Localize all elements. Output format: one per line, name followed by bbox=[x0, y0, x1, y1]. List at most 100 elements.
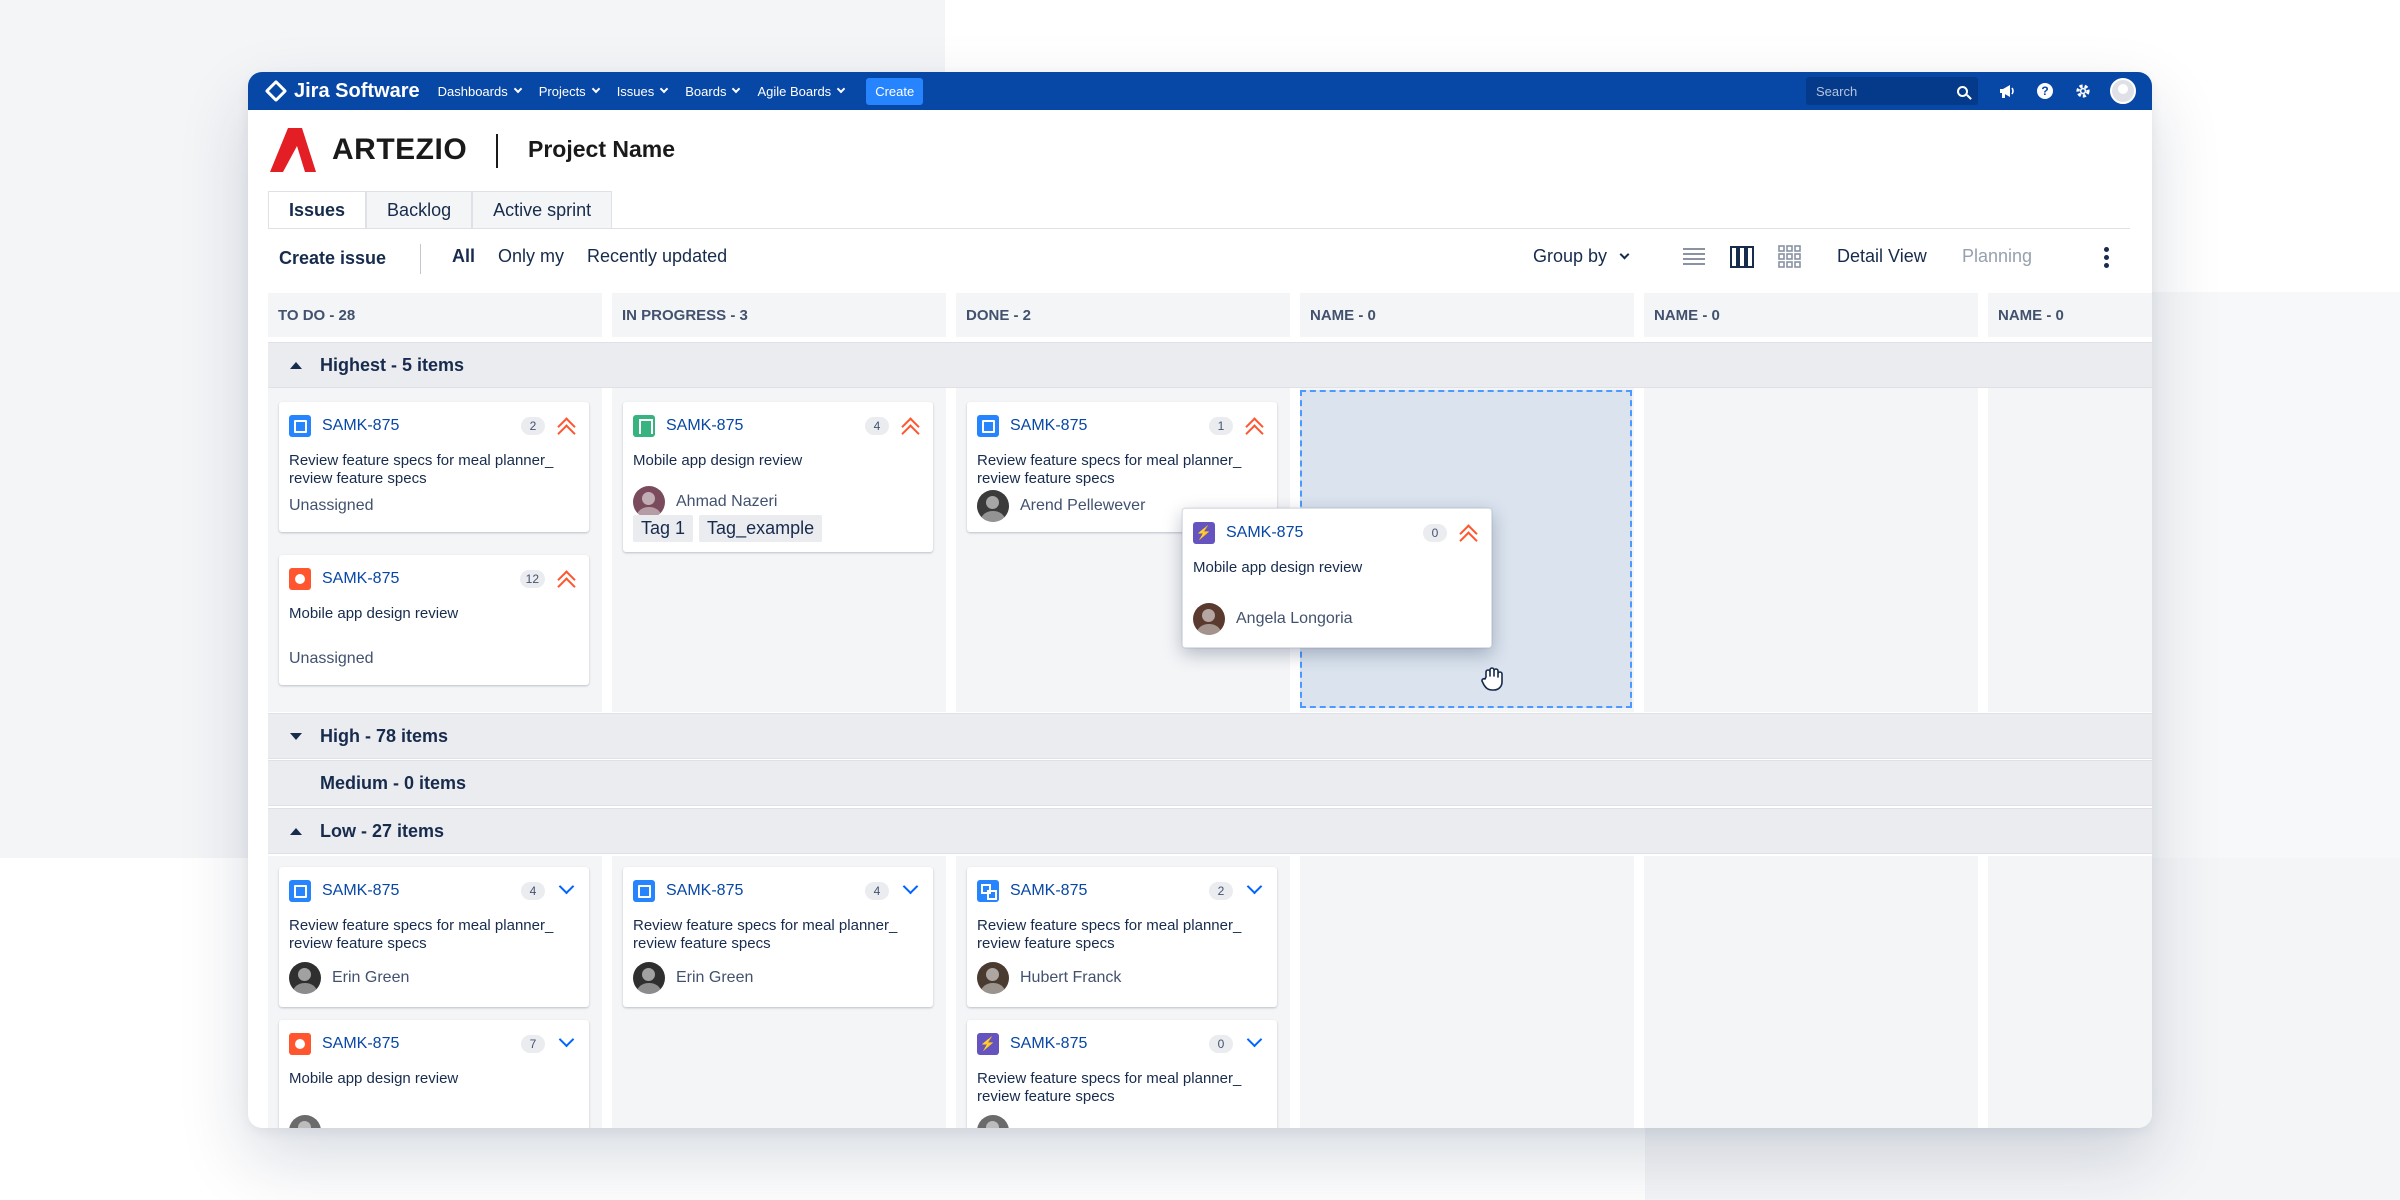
tag[interactable]: Tag_example bbox=[699, 515, 823, 542]
assignee[interactable]: Unassigned bbox=[289, 497, 374, 515]
issue-key[interactable]: SAMK-875 bbox=[1010, 1035, 1087, 1053]
detail-view-button[interactable]: Detail View bbox=[1837, 246, 1927, 267]
grid-view-icon[interactable] bbox=[1777, 244, 1803, 270]
task-icon bbox=[289, 415, 311, 437]
collapse-icon[interactable] bbox=[290, 827, 302, 835]
company-logo: ARTEZIO bbox=[270, 128, 467, 172]
issue-card[interactable]: SAMK-875 2 Review feature specs for meal… bbox=[279, 402, 589, 532]
card-header: SAMK-875 4 bbox=[633, 414, 923, 443]
issue-key[interactable]: SAMK-875 bbox=[322, 417, 399, 435]
user-avatar[interactable] bbox=[2110, 78, 2136, 104]
issue-card[interactable]: SAMK-875 7 Mobile app design review bbox=[279, 1020, 589, 1128]
comment-count-badge: 12 bbox=[519, 570, 545, 588]
tag[interactable]: Tag 1 bbox=[633, 515, 694, 542]
comment-count-badge: 1 bbox=[1209, 417, 1233, 435]
issue-key[interactable]: SAMK-875 bbox=[322, 570, 399, 588]
header-divider bbox=[496, 134, 498, 168]
issue-card[interactable]: SAMK-875 4 Review feature specs for meal… bbox=[623, 867, 933, 1007]
nav-projects[interactable]: Projects bbox=[539, 84, 600, 99]
issue-key[interactable]: SAMK-875 bbox=[666, 882, 743, 900]
nav-agile-boards[interactable]: Agile Boards bbox=[757, 84, 846, 99]
search-input[interactable]: Search bbox=[1806, 77, 1978, 105]
assignee[interactable]: Hubert Franck bbox=[977, 962, 1121, 994]
chevron-down-icon bbox=[591, 84, 600, 94]
assignee[interactable]: Erin Green bbox=[633, 962, 753, 994]
expand-icon[interactable] bbox=[290, 732, 302, 740]
more-options-icon[interactable] bbox=[2102, 244, 2110, 272]
chevron-down-icon bbox=[1619, 249, 1630, 259]
artezio-logo-icon bbox=[270, 128, 316, 172]
tab-active-sprint[interactable]: Active sprint bbox=[472, 191, 613, 229]
column-header-name: NAME - 0 bbox=[1300, 293, 1634, 337]
card-header: SAMK-875 2 bbox=[289, 414, 579, 443]
tab-issues[interactable]: Issues bbox=[268, 191, 367, 229]
epic-icon bbox=[977, 1033, 999, 1055]
jira-brand[interactable]: Jira Software bbox=[264, 79, 420, 103]
priority-highest-icon bbox=[1243, 416, 1267, 443]
project-name: Project Name bbox=[528, 136, 676, 162]
planning-button[interactable]: Planning bbox=[1962, 246, 2032, 267]
nav-issues[interactable]: Issues bbox=[616, 83, 669, 99]
issue-key[interactable]: SAMK-875 bbox=[1010, 417, 1087, 435]
tab-backlog[interactable]: Backlog bbox=[366, 191, 473, 229]
issue-card[interactable]: SAMK-875 4 Review feature specs for meal… bbox=[279, 867, 589, 1007]
chevron-down-icon bbox=[660, 84, 669, 94]
assignee[interactable] bbox=[977, 1115, 1020, 1128]
assignee[interactable]: Arend Pellewever bbox=[977, 490, 1145, 522]
card-header: SAMK-875 4 bbox=[633, 878, 923, 903]
filter-all[interactable]: All bbox=[452, 246, 475, 267]
issue-key[interactable]: SAMK-875 bbox=[322, 1035, 399, 1053]
issue-card[interactable]: SAMK-875 12 Mobile app design review Una… bbox=[279, 555, 589, 685]
list-view-icon[interactable] bbox=[1681, 244, 1707, 270]
column-header-done: DONE - 2 bbox=[956, 293, 1290, 337]
issue-title: Review feature specs for meal planner_ r… bbox=[977, 1070, 1242, 1105]
story-icon bbox=[633, 415, 655, 437]
swimlane-highest[interactable]: Highest - 5 items bbox=[268, 342, 2152, 388]
dragged-issue-card[interactable]: SAMK-875 0 Mobile app design review Ange… bbox=[1182, 508, 1492, 648]
megaphone-icon[interactable] bbox=[1998, 82, 2016, 100]
group-by-dropdown[interactable]: Group by bbox=[1533, 246, 1630, 267]
issue-key[interactable]: SAMK-875 bbox=[666, 417, 743, 435]
column-cell bbox=[1644, 856, 1978, 1128]
help-icon[interactable]: ? bbox=[2036, 82, 2054, 100]
avatar bbox=[977, 962, 1009, 994]
issue-card[interactable]: SAMK-875 0 Review feature specs for meal… bbox=[967, 1020, 1277, 1128]
card-header: SAMK-875 2 bbox=[977, 878, 1267, 903]
assignee[interactable]: Unassigned bbox=[289, 650, 374, 668]
nav-label: Issues bbox=[616, 83, 655, 99]
create-issue-button[interactable]: Create issue bbox=[279, 248, 386, 269]
swimlane-low[interactable]: Low - 27 items bbox=[268, 808, 2152, 854]
gear-icon[interactable] bbox=[2074, 82, 2092, 100]
task-icon bbox=[977, 415, 999, 437]
issue-key[interactable]: SAMK-875 bbox=[1226, 524, 1303, 542]
issue-card[interactable]: SAMK-875 4 Mobile app design review Ahma… bbox=[623, 402, 933, 552]
column-header-name: NAME - 0 bbox=[1988, 293, 2152, 337]
swimlane-high[interactable]: High - 78 items bbox=[268, 713, 2152, 759]
comment-count-badge: 0 bbox=[1423, 524, 1447, 542]
collapse-icon[interactable] bbox=[290, 361, 302, 369]
nav-boards[interactable]: Boards bbox=[685, 84, 741, 99]
filter-recently-updated[interactable]: Recently updated bbox=[587, 246, 727, 267]
nav-dashboards[interactable]: Dashboards bbox=[438, 84, 522, 99]
jira-logo-icon bbox=[264, 79, 288, 103]
swimlane-label: Highest - 5 items bbox=[320, 354, 465, 375]
tabs-divider bbox=[268, 228, 2130, 229]
swimlane-medium[interactable]: Medium - 0 items bbox=[268, 760, 2152, 806]
assignee[interactable]: Ahmad Nazeri bbox=[633, 486, 777, 518]
issue-title: Mobile app design review bbox=[289, 1070, 459, 1087]
assignee[interactable]: Erin Green bbox=[289, 962, 409, 994]
epic-icon bbox=[1193, 522, 1215, 544]
comment-count-badge: 0 bbox=[1209, 1035, 1233, 1053]
issue-key[interactable]: SAMK-875 bbox=[1010, 882, 1087, 900]
assignee[interactable]: Angela Longoria bbox=[1193, 603, 1353, 635]
issue-key[interactable]: SAMK-875 bbox=[322, 882, 399, 900]
issue-title: Mobile app design review bbox=[289, 605, 459, 622]
create-button[interactable]: Create bbox=[866, 77, 924, 105]
assignee[interactable] bbox=[289, 1115, 332, 1128]
board-view-icon[interactable] bbox=[1729, 244, 1755, 270]
card-header: SAMK-875 0 bbox=[1193, 521, 1481, 550]
column-header-in-progress: IN PROGRESS - 3 bbox=[612, 293, 946, 337]
filter-only-my[interactable]: Only my bbox=[498, 246, 564, 267]
comment-count-badge: 2 bbox=[521, 417, 545, 435]
issue-card[interactable]: SAMK-875 2 Review feature specs for meal… bbox=[967, 867, 1277, 1007]
